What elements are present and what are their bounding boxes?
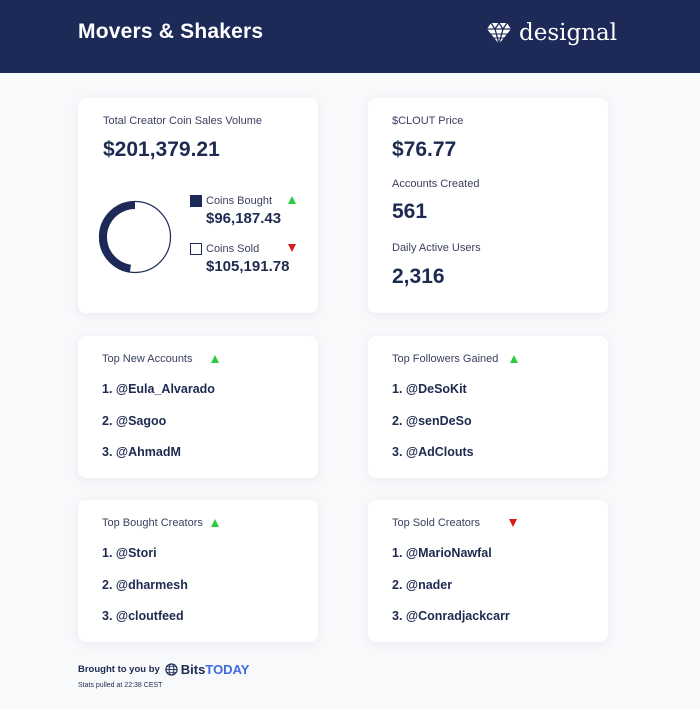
footer-stats-note: Stats pulled at 22:38 CEST	[78, 682, 163, 689]
coins-bought-value: $96,187.43	[206, 210, 282, 227]
triangle-up-icon	[211, 519, 219, 527]
diamond-icon	[487, 21, 511, 46]
clout-price-value: $76.77	[392, 138, 457, 161]
coins-bought-label: Coins Bought	[206, 195, 273, 207]
top-new-accounts-title: Top New Accounts	[102, 353, 193, 365]
coins-sold-label: Coins Sold	[206, 243, 260, 255]
footer-credit: Brought to you by Bits TODAY	[78, 662, 249, 677]
list-item: 1. @MarioNawfal	[392, 546, 492, 560]
list-item: 3. @AhmadM	[102, 445, 181, 459]
triangle-up-icon	[288, 196, 296, 204]
triangle-up-icon	[211, 355, 219, 363]
list-item: 2. @dharmesh	[102, 578, 188, 592]
list-item: 2. @nader	[392, 578, 453, 592]
coins-sold-swatch	[190, 243, 202, 255]
triangle-down-icon	[509, 519, 517, 527]
triangle-down-icon	[288, 244, 296, 252]
coins-bought-swatch	[190, 195, 202, 207]
sales-volume-label: Total Creator Coin Sales Volume	[103, 115, 262, 127]
top-followers-title: Top Followers Gained	[392, 353, 499, 365]
daily-active-users-label: Daily Active Users	[392, 242, 481, 254]
footer-brought-by: Brought to you by	[78, 664, 160, 675]
brand-logo: designal	[486, 16, 617, 50]
top-sold-card: Top Sold Creators 1. @MarioNawfal 2. @na…	[368, 500, 608, 642]
list-item: 1. @Stori	[102, 546, 157, 560]
sales-volume-card: Total Creator Coin Sales Volume $201,379…	[78, 98, 318, 313]
footer-brand-bits: Bits	[180, 662, 206, 677]
accounts-created-value: 561	[392, 200, 428, 223]
top-bought-title: Top Bought Creators	[102, 517, 203, 529]
top-sold-title: Top Sold Creators	[392, 517, 481, 529]
clout-price-label: $CLOUT Price	[392, 115, 464, 127]
stats-card: $CLOUT Price $76.77 Accounts Created 561…	[368, 98, 608, 313]
list-item: 3. @Conradjackcarr	[392, 609, 510, 623]
sales-donut-chart	[98, 200, 172, 274]
donut-slice-bought	[99, 201, 135, 273]
list-item: 3. @AdClouts	[392, 445, 474, 459]
daily-active-users-value: 2,316	[392, 265, 445, 288]
brand-name: designal	[519, 20, 618, 46]
sales-volume-total: $201,379.21	[103, 138, 220, 161]
footer-brand-today: TODAY	[205, 662, 250, 677]
list-item: 2. @Sagoo	[102, 414, 167, 428]
list-item: 1. @DeSoKit	[392, 382, 467, 396]
top-bought-card: Top Bought Creators 1. @Stori 2. @dharme…	[78, 500, 318, 642]
globe-icon	[165, 663, 178, 676]
coins-sold-value: $105,191.78	[206, 258, 290, 275]
page-title: Movers & Shakers	[78, 20, 264, 43]
list-item: 1. @Eula_Alvarado	[102, 382, 215, 396]
triangle-up-icon	[510, 355, 518, 363]
top-followers-card: Top Followers Gained 1. @DeSoKit 2. @sen…	[368, 336, 608, 478]
list-item: 3. @cloutfeed	[102, 609, 184, 623]
top-new-accounts-card: Top New Accounts 1. @Eula_Alvarado 2. @S…	[78, 336, 318, 478]
accounts-created-label: Accounts Created	[392, 178, 480, 190]
header-bar: Movers & Shakers designal	[0, 0, 700, 73]
list-item: 2. @senDeSo	[392, 414, 472, 428]
